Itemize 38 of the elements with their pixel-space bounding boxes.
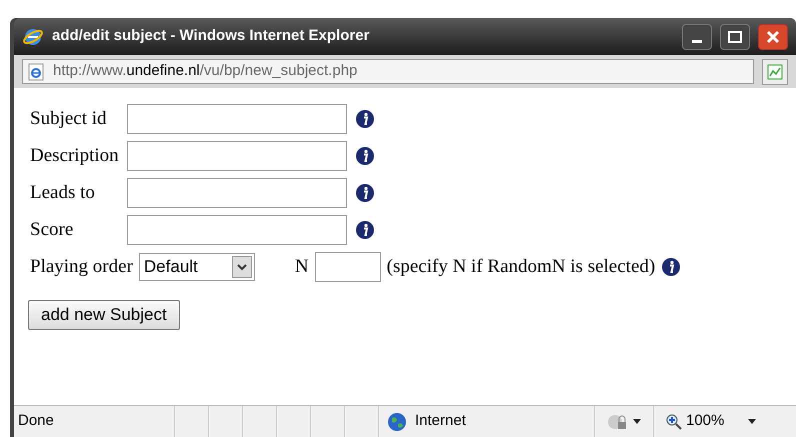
text-input[interactable] [126,178,347,208]
close-icon [766,30,780,44]
status-text: Done [17,411,55,432]
url-text: http://www.undefine.nl/vu/bp/new_subject.php [53,61,358,82]
maximize-button[interactable] [720,24,750,50]
zoom-icon [666,414,682,430]
compatibility-button[interactable] [762,58,788,84]
field-label: N [294,254,309,279]
hint-text: (specify N if RandomN is selected) [386,254,656,279]
text-input[interactable] [126,215,347,245]
close-button[interactable] [758,24,788,50]
page-icon [27,62,45,80]
window-title: add/edit subject - Windows Internet Explorer [52,26,370,46]
zoom-level[interactable]: 100% [686,410,724,433]
info-icon [354,183,375,203]
field-label: Leads to [30,180,96,205]
chart-icon [767,64,783,80]
globe-icon [387,412,407,432]
caret-icon [748,419,756,424]
info-icon [354,146,375,166]
text-input[interactable] [126,141,347,171]
text-input[interactable] [126,104,347,134]
address-field[interactable]: http://www.undefine.nl/vu/bp/new_subject.php [22,59,754,84]
field-label: Score [30,218,74,242]
n-input[interactable] [314,252,381,282]
field-label: Subject id [30,106,108,131]
add-subject-button[interactable]: add new Subject [28,300,180,330]
chevron-down-icon [236,263,247,271]
lock-icon [607,412,629,430]
caret-icon [633,419,641,424]
minimize-button[interactable] [682,24,712,50]
info-icon [661,257,682,277]
playing-order-select[interactable]: Default [138,253,255,281]
field-label: Description [30,144,119,168]
info-icon [354,220,375,240]
info-icon [354,109,375,129]
field-label: Playing order [30,254,133,279]
zone-text: Internet [415,411,466,432]
